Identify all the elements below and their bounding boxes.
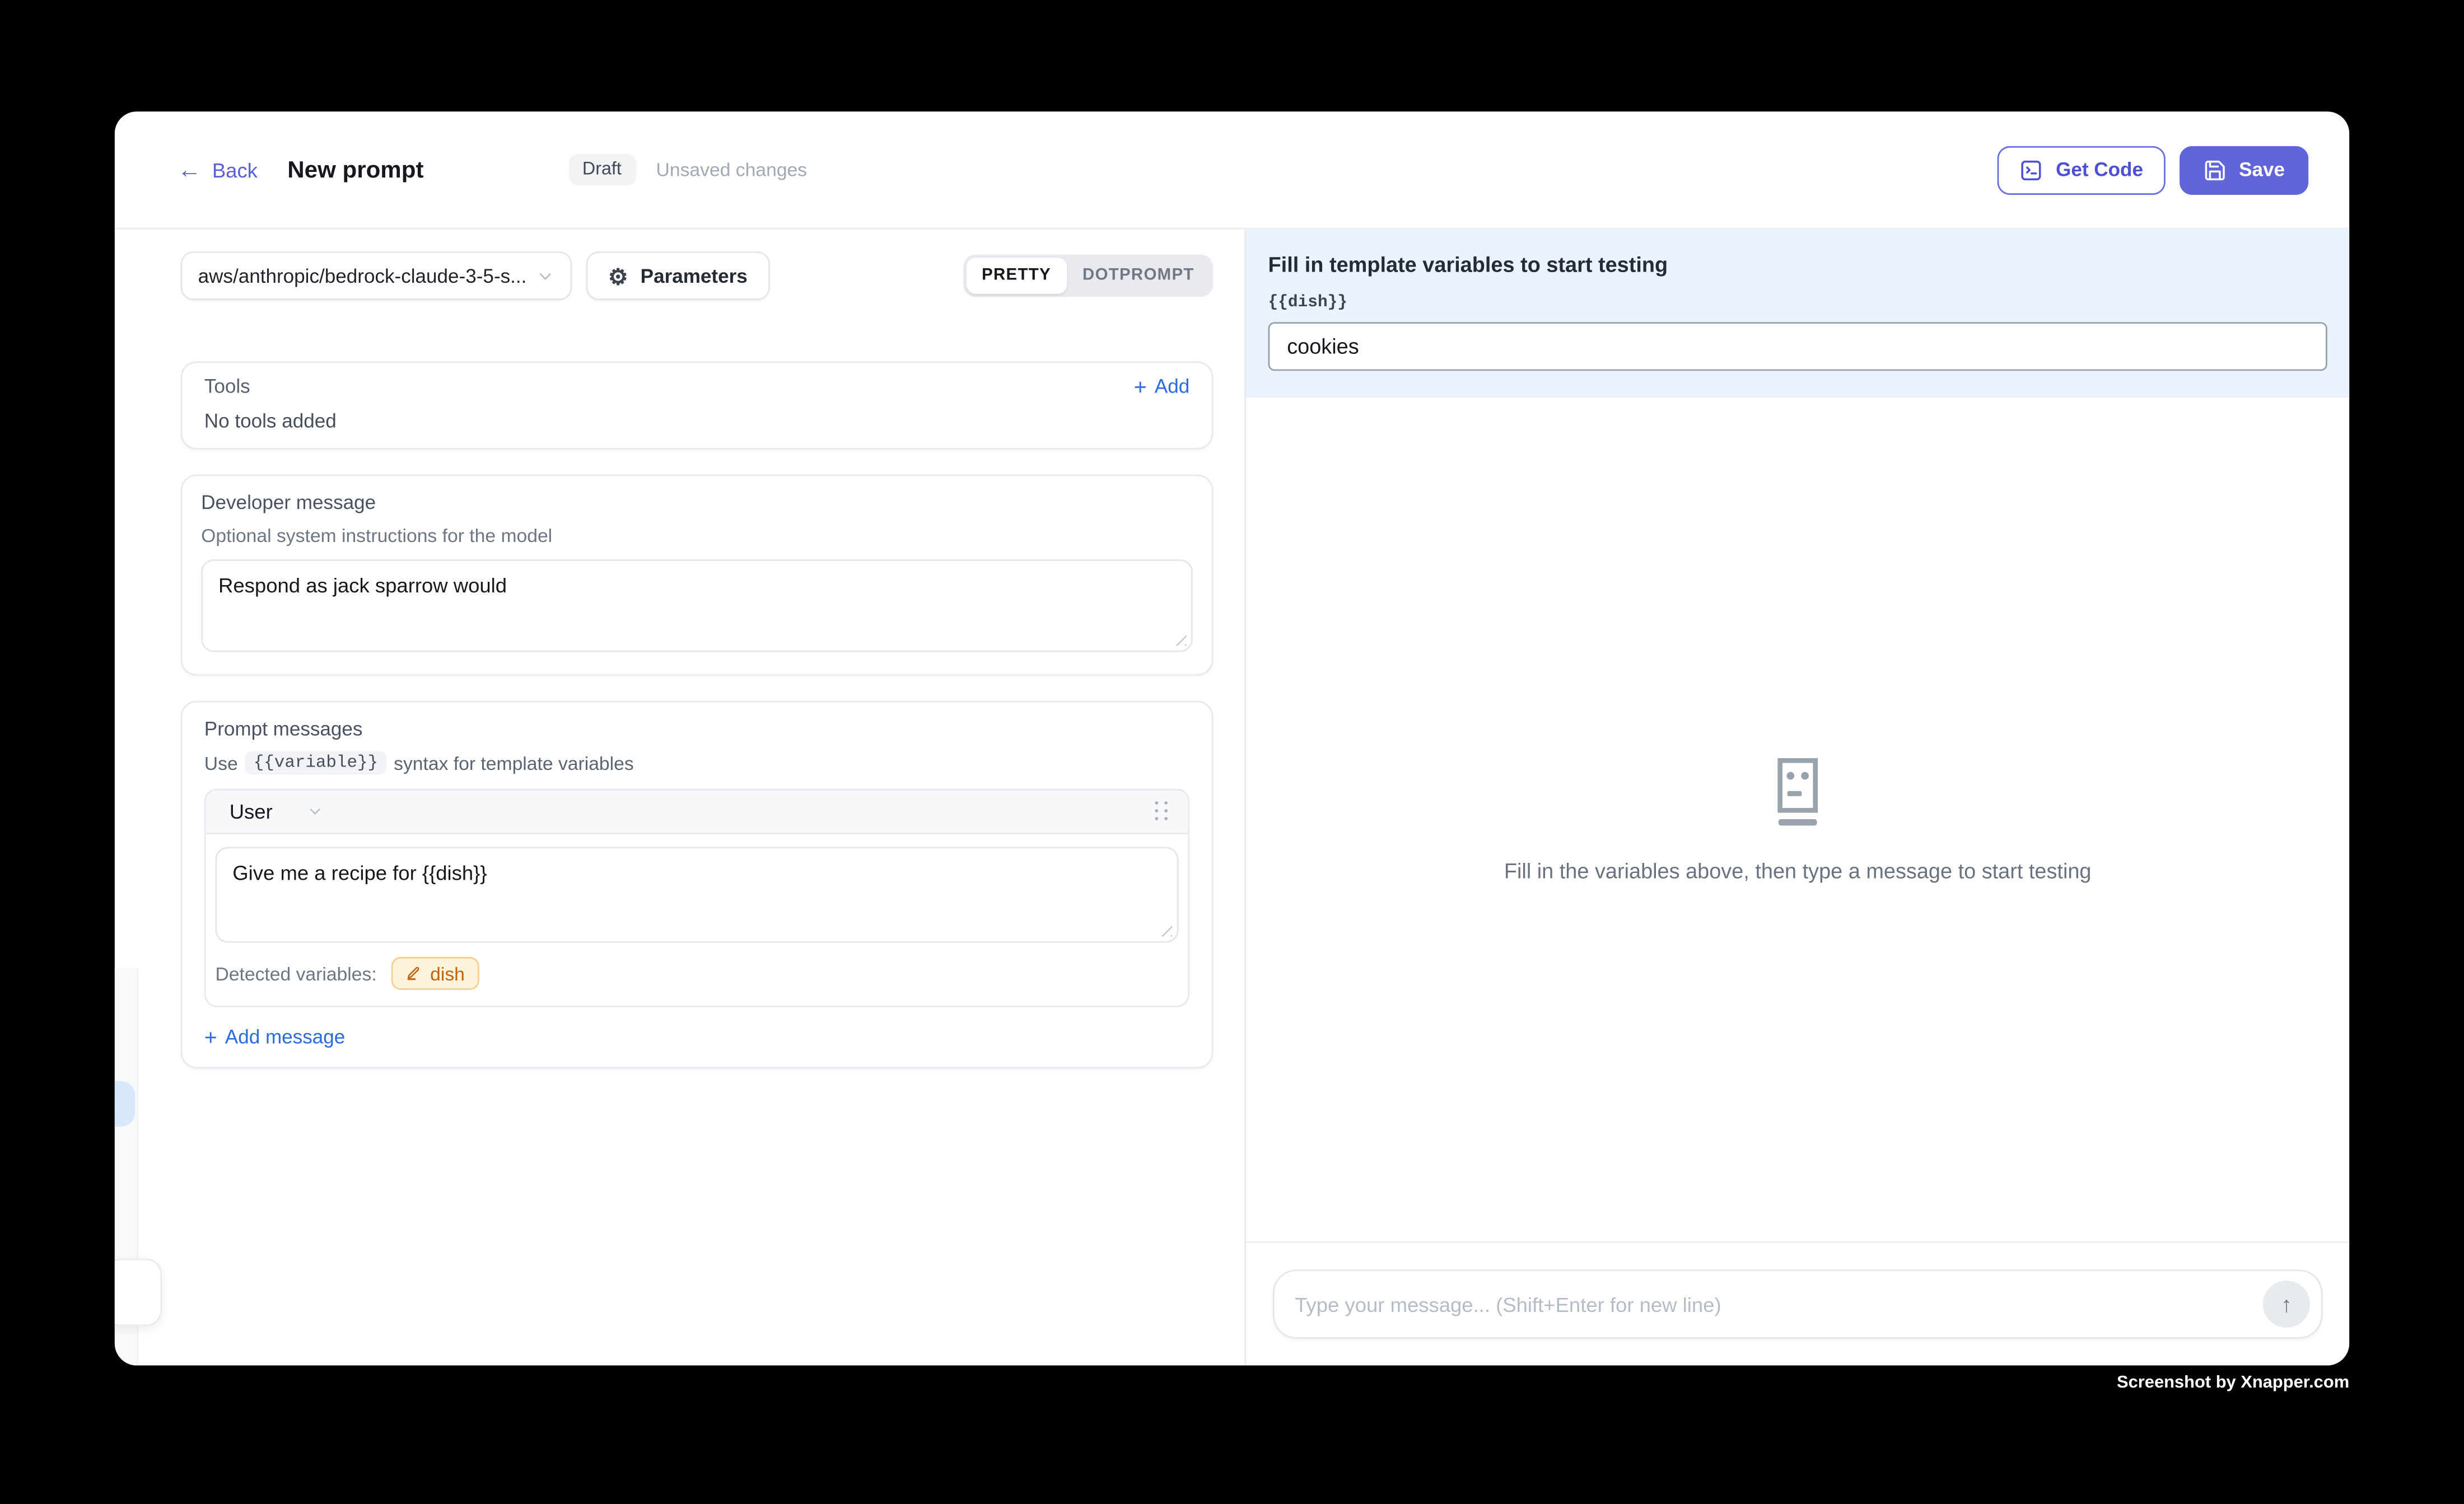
role-value: User xyxy=(230,800,273,823)
developer-message-input[interactable]: Respond as jack sparrow would xyxy=(201,559,1193,652)
chat-empty-state: Fill in the variables above, then type a… xyxy=(1246,398,2349,1243)
chat-message-input[interactable] xyxy=(1281,1292,2263,1316)
watermark: Screenshot by Xnapper.com xyxy=(2117,1374,2349,1393)
model-selector[interactable]: aws/anthropic/bedrock-claude-3-5-s... xyxy=(181,251,572,300)
variable-value-input[interactable] xyxy=(1268,322,2327,371)
send-button[interactable]: ↑ xyxy=(2263,1281,2310,1328)
variable-syntax-chip: {{variable}} xyxy=(246,751,386,774)
variable-name-label: {{dish}} xyxy=(1268,294,2327,313)
get-code-label: Get Code xyxy=(2056,158,2143,180)
parameters-button[interactable]: ⚙ Parameters xyxy=(586,251,769,300)
chevron-down-icon xyxy=(536,267,555,286)
message-header: User xyxy=(206,790,1188,834)
chat-input-bar: ↑ xyxy=(1246,1243,2349,1366)
template-variables-panel: Fill in template variables to start test… xyxy=(1246,230,2349,398)
parameters-label: Parameters xyxy=(641,265,748,287)
unsaved-changes-note: Unsaved changes xyxy=(656,158,808,180)
app-window: ← Back New prompt Draft Unsaved changes … xyxy=(115,111,2349,1365)
plus-icon: + xyxy=(204,1026,217,1048)
save-icon xyxy=(2203,158,2227,181)
drag-handle-icon[interactable] xyxy=(1155,801,1169,821)
prompt-messages-subtitle: Use {{variable}} syntax for template var… xyxy=(204,751,1189,774)
add-message-button[interactable]: + Add message xyxy=(204,1026,1189,1048)
prompt-editor-panel: aws/anthropic/bedrock-claude-3-5-s... ⚙ … xyxy=(115,230,1245,1366)
developer-message-subtitle: Optional system instructions for the mod… xyxy=(201,525,1193,547)
terminal-icon xyxy=(2020,158,2043,181)
top-bar: ← Back New prompt Draft Unsaved changes … xyxy=(115,111,2349,229)
save-button[interactable]: Save xyxy=(2180,146,2309,194)
stage: ← Back New prompt Draft Unsaved changes … xyxy=(0,0,2464,1503)
chevron-down-icon xyxy=(307,803,324,820)
format-toggle-dotprompt[interactable]: DOTPROMPT xyxy=(1067,258,1210,294)
tester-panel: Fill in template variables to start test… xyxy=(1244,230,2349,1366)
status-badge: Draft xyxy=(568,154,636,185)
variable-badge-label: dish xyxy=(430,963,465,984)
tools-title: Tools xyxy=(204,376,250,398)
save-label: Save xyxy=(2239,158,2285,180)
prompt-messages-card: Prompt messages Use {{variable}} syntax … xyxy=(181,701,1214,1069)
developer-message-card: Developer message Optional system instru… xyxy=(181,474,1214,675)
corner-popover-card xyxy=(115,1259,162,1326)
back-label: Back xyxy=(212,158,258,181)
format-toggle-pretty[interactable]: PRETTY xyxy=(966,258,1067,294)
bot-face-icon xyxy=(1765,756,1831,830)
tester-title: Fill in template variables to start test… xyxy=(1268,253,2327,277)
plus-icon: + xyxy=(1134,376,1147,398)
page-title: New prompt xyxy=(287,156,423,183)
message-content-input[interactable]: Give me a recipe for {{dish}} xyxy=(215,847,1178,942)
message-block: User Give me a recipe for {{dish}} xyxy=(204,789,1189,1007)
detected-variables-label: Detected variables: xyxy=(215,963,376,984)
role-selector[interactable]: User xyxy=(230,800,325,823)
format-toggle: PRETTY DOTPROMPT xyxy=(963,255,1213,297)
back-button[interactable]: ← Back xyxy=(178,158,258,181)
prompt-messages-title: Prompt messages xyxy=(204,718,1189,740)
developer-message-title: Developer message xyxy=(201,492,1193,513)
variable-badge-dish[interactable]: dish xyxy=(391,957,479,990)
add-tool-button[interactable]: + Add xyxy=(1134,376,1189,398)
tools-empty-text: No tools added xyxy=(204,410,1189,432)
edit-pencil-icon xyxy=(405,965,422,982)
model-selector-value: aws/anthropic/bedrock-claude-3-5-s... xyxy=(198,265,527,287)
get-code-button[interactable]: Get Code xyxy=(1998,146,2165,194)
detected-variables-row: Detected variables: dish xyxy=(206,943,1188,1006)
gear-icon: ⚙ xyxy=(608,265,628,287)
send-arrow-icon: ↑ xyxy=(2281,1292,2292,1317)
empty-state-text: Fill in the variables above, then type a… xyxy=(1504,859,2092,882)
tools-card: Tools + Add No tools added xyxy=(181,361,1214,449)
back-arrow-icon: ← xyxy=(178,158,201,181)
chat-input-container: ↑ xyxy=(1273,1269,2322,1338)
add-message-label: Add message xyxy=(225,1026,345,1048)
sidebar-selected-highlight[interactable] xyxy=(115,1081,135,1127)
model-row: aws/anthropic/bedrock-claude-3-5-s... ⚙ … xyxy=(181,251,1214,300)
main-body: aws/anthropic/bedrock-claude-3-5-s... ⚙ … xyxy=(115,230,2349,1366)
add-tool-label: Add xyxy=(1155,376,1189,398)
